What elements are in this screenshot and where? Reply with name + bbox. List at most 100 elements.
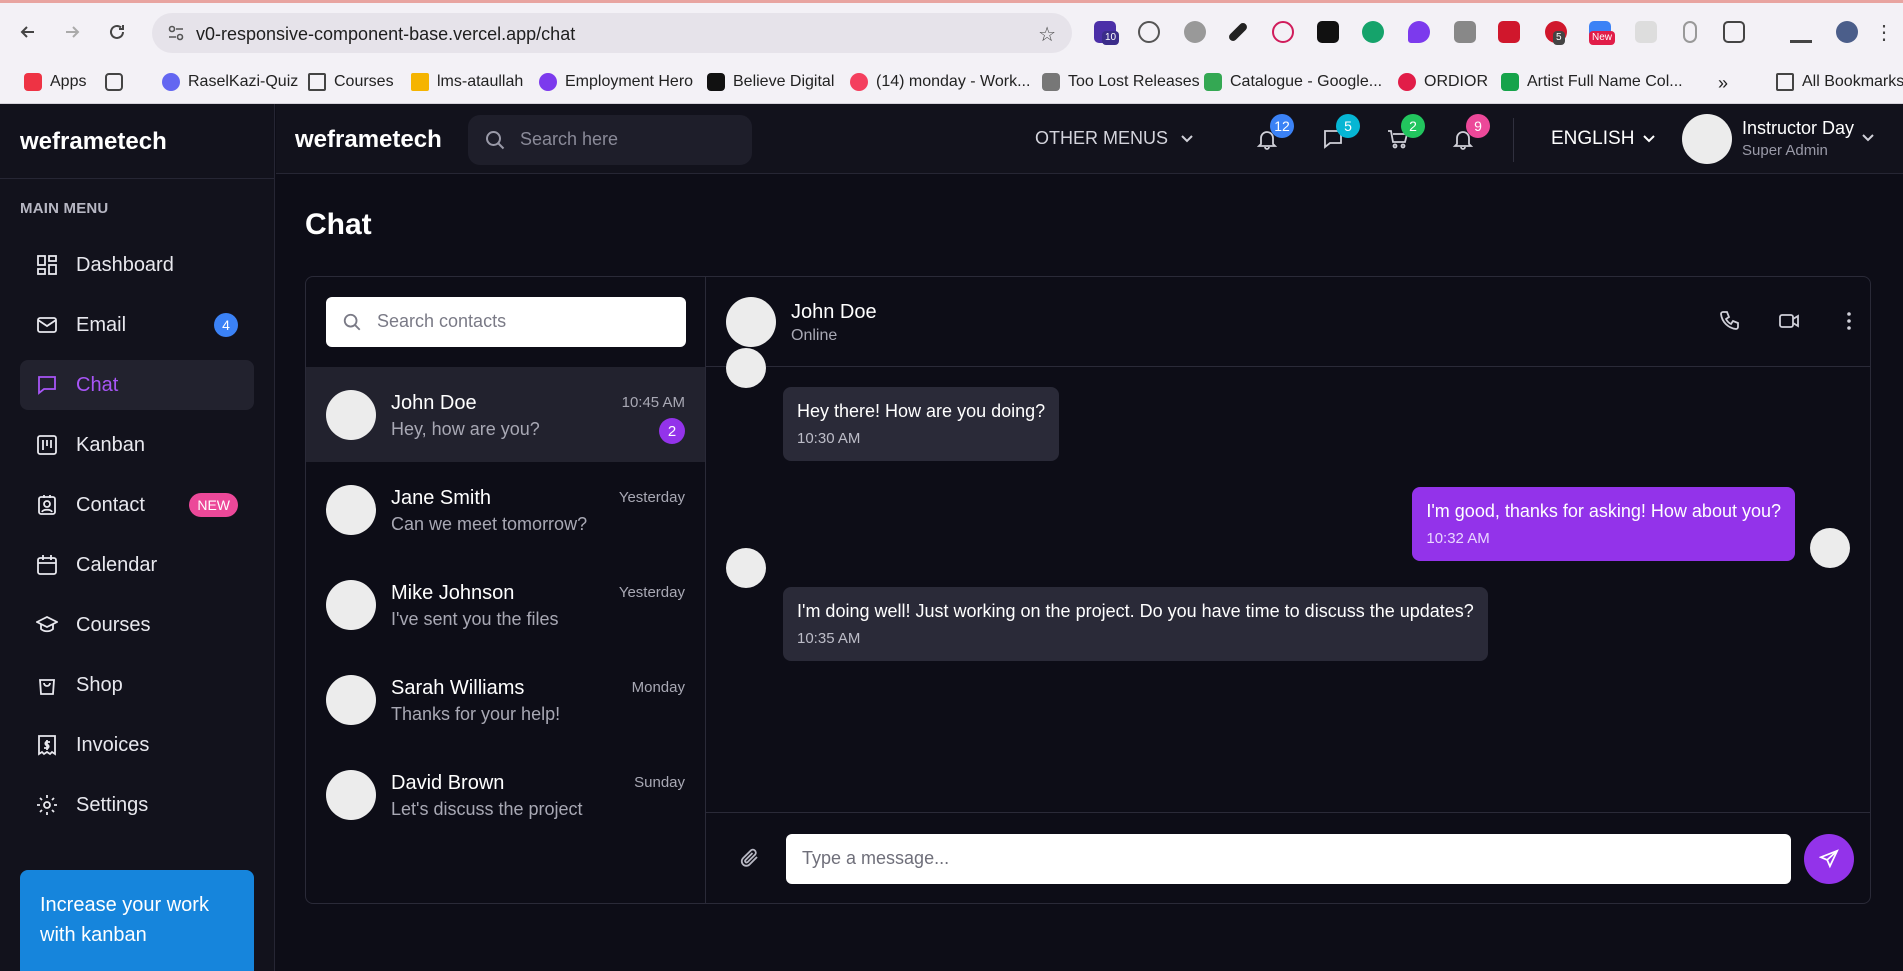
contact-last-message: Can we meet tomorrow? bbox=[391, 514, 588, 534]
kanban-promo-card[interactable]: Increase your work with kanban bbox=[20, 870, 254, 971]
bookmark-catalogue[interactable]: Catalogue - Google... bbox=[1204, 73, 1382, 91]
graduation-cap-icon bbox=[36, 614, 58, 636]
download-icon[interactable] bbox=[1790, 21, 1812, 43]
extension-shield-icon[interactable]: 5 bbox=[1545, 21, 1567, 45]
bookmark-label: Employment Hero bbox=[565, 73, 694, 90]
contact-item-sarah-williams[interactable]: Sarah Williams Thanks for your help! Mon… bbox=[306, 652, 705, 747]
too-lost-icon bbox=[1042, 73, 1060, 91]
header-brand[interactable]: weframetech bbox=[295, 126, 442, 154]
extension-fastforward-icon[interactable] bbox=[1498, 21, 1520, 43]
menu-section-title: MAIN MENU bbox=[20, 200, 109, 217]
all-bookmarks[interactable]: All Bookmarks bbox=[1776, 73, 1903, 91]
cart-button[interactable]: 2 bbox=[1387, 114, 1425, 152]
message-time: 10:32 AM bbox=[1426, 530, 1490, 547]
user-avatar[interactable] bbox=[1682, 114, 1732, 164]
bookmark-believe[interactable]: Believe Digital bbox=[707, 73, 834, 91]
bookmark-label: All Bookmarks bbox=[1802, 73, 1903, 90]
extension-camera-icon[interactable] bbox=[1454, 21, 1476, 43]
new-badge: NEW bbox=[189, 493, 238, 517]
bookmark-apps[interactable]: Apps bbox=[24, 73, 86, 91]
bookmark-grid[interactable] bbox=[105, 73, 123, 91]
language-selector[interactable]: ENGLISH bbox=[1551, 128, 1656, 150]
browser-toolbar: v0-responsive-component-base.vercel.app/… bbox=[0, 0, 1903, 64]
message-input[interactable]: Type a message... bbox=[786, 834, 1791, 884]
bookmark-lms[interactable]: lms-ataullah bbox=[411, 73, 523, 91]
extensions-puzzle-icon[interactable] bbox=[1723, 21, 1745, 43]
extension-grammarly-icon[interactable] bbox=[1362, 21, 1384, 43]
bookmark-artist[interactable]: Artist Full Name Col... bbox=[1501, 73, 1683, 91]
avatar[interactable] bbox=[726, 297, 776, 347]
avatar bbox=[726, 548, 766, 588]
sidebar-item-chat[interactable]: Chat bbox=[20, 360, 254, 410]
site-settings-icon[interactable] bbox=[166, 23, 186, 43]
address-bar[interactable]: v0-responsive-component-base.vercel.app/… bbox=[152, 13, 1072, 53]
contact-name: Mike Johnson bbox=[391, 582, 515, 604]
sidebar-item-dashboard[interactable]: Dashboard bbox=[20, 240, 254, 290]
alerts-button[interactable]: 9 bbox=[1452, 114, 1490, 152]
sidebar-item-shop[interactable]: Shop bbox=[20, 660, 254, 710]
global-search-input[interactable]: Search here bbox=[468, 115, 752, 165]
sidebar-item-email[interactable]: Email 4 bbox=[20, 300, 254, 350]
contact-search-input[interactable]: Search contacts bbox=[326, 297, 686, 347]
extension-new-icon[interactable]: New bbox=[1589, 21, 1616, 45]
extension-globe-icon[interactable] bbox=[1184, 21, 1206, 43]
cart-count-badge: 2 bbox=[1401, 114, 1425, 138]
messages-button[interactable]: 5 bbox=[1322, 114, 1360, 152]
bookmark-employment-hero[interactable]: Employment Hero bbox=[539, 73, 693, 91]
back-icon[interactable] bbox=[14, 18, 42, 46]
extension-code-icon[interactable] bbox=[1138, 21, 1160, 43]
contact-last-message: Let's discuss the project bbox=[391, 799, 583, 819]
phone-icon[interactable] bbox=[1718, 310, 1742, 334]
reload-icon[interactable] bbox=[103, 18, 131, 46]
bookmark-too-lost[interactable]: Too Lost Releases bbox=[1042, 73, 1200, 91]
browser-menu-icon[interactable]: ⋮ bbox=[1874, 20, 1894, 45]
bookmark-raselkazi[interactable]: RaselKazi-Quiz bbox=[162, 73, 298, 91]
video-icon[interactable] bbox=[1778, 310, 1802, 334]
conversation-pane: John Doe Online Hey there! How are you d… bbox=[706, 277, 1870, 903]
k-logo-icon bbox=[162, 73, 180, 91]
sidebar-item-label: Email bbox=[76, 313, 127, 336]
profile-avatar-icon[interactable] bbox=[1836, 21, 1858, 43]
forward-icon[interactable] bbox=[58, 18, 86, 46]
sidebar: weframetech MAIN MENU Dashboard Email 4 … bbox=[0, 104, 275, 971]
more-options-icon[interactable] bbox=[1838, 310, 1862, 334]
extension-mouse-icon[interactable] bbox=[1683, 21, 1697, 43]
sidebar-item-courses[interactable]: Courses bbox=[20, 600, 254, 650]
contact-item-jane-smith[interactable]: Jane Smith Can we meet tomorrow? Yesterd… bbox=[306, 462, 705, 557]
avatar bbox=[326, 580, 376, 630]
notifications-count-badge: 12 bbox=[1270, 114, 1294, 138]
sidebar-brand[interactable]: weframetech bbox=[20, 128, 167, 156]
other-menus-dropdown[interactable]: OTHER MENUS bbox=[1035, 128, 1194, 149]
sidebar-item-contact[interactable]: Contact NEW bbox=[20, 480, 254, 530]
paperclip-icon[interactable] bbox=[739, 847, 763, 871]
sidebar-item-settings[interactable]: Settings bbox=[20, 780, 254, 830]
bookmark-ordior[interactable]: ORDIOR bbox=[1398, 73, 1488, 91]
contact-name: John Doe bbox=[391, 392, 477, 414]
bookmark-monday[interactable]: (14) monday - Work... bbox=[850, 73, 1030, 91]
extension-graduation-icon[interactable]: 10 bbox=[1094, 21, 1120, 45]
shopping-bag-icon bbox=[36, 674, 58, 696]
extension-play-icon[interactable] bbox=[1272, 21, 1294, 43]
sidebar-item-calendar[interactable]: Calendar bbox=[20, 540, 254, 590]
bookmark-label: Apps bbox=[50, 73, 87, 90]
notifications-button[interactable]: 12 bbox=[1256, 114, 1294, 152]
extension-eyedropper-icon[interactable] bbox=[1227, 21, 1249, 43]
extension-list-icon[interactable] bbox=[1635, 21, 1657, 43]
send-button[interactable] bbox=[1804, 834, 1854, 884]
bookmark-star-icon[interactable]: ☆ bbox=[1038, 22, 1056, 47]
contact-item-david-brown[interactable]: David Brown Let's discuss the project Su… bbox=[306, 747, 705, 842]
url-text: v0-responsive-component-base.vercel.app/… bbox=[196, 24, 576, 44]
extension-flame-icon[interactable] bbox=[1408, 21, 1430, 43]
contact-item-john-doe[interactable]: John Doe Hey, how are you? 10:45 AM 2 bbox=[306, 367, 705, 462]
avatar bbox=[326, 770, 376, 820]
sidebar-item-invoices[interactable]: Invoices bbox=[20, 720, 254, 770]
bookmarks-overflow-icon[interactable]: » bbox=[1718, 73, 1728, 94]
extension-formula-icon[interactable] bbox=[1317, 21, 1339, 43]
bookmark-courses[interactable]: Courses bbox=[308, 73, 394, 91]
sidebar-item-kanban[interactable]: Kanban bbox=[20, 420, 254, 470]
user-name[interactable]: Instructor Day bbox=[1742, 118, 1854, 139]
contact-item-mike-johnson[interactable]: Mike Johnson I've sent you the files Yes… bbox=[306, 557, 705, 652]
chevron-down-icon bbox=[1642, 128, 1656, 150]
conversation-name[interactable]: John Doe bbox=[791, 301, 877, 324]
chevron-down-icon[interactable] bbox=[1861, 130, 1875, 148]
